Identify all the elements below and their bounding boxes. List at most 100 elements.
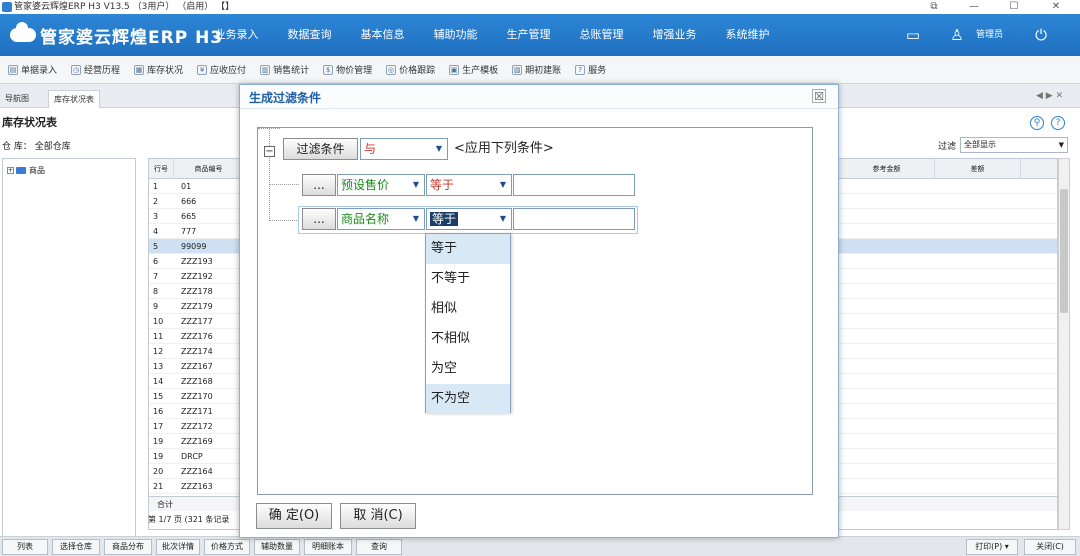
collapse-icon[interactable]: − xyxy=(264,146,275,157)
col-header-code[interactable]: 商品编号 xyxy=(174,159,244,179)
row-number: 21 xyxy=(153,482,164,491)
menu-ledger[interactable]: 总账管理 xyxy=(565,14,638,56)
row-number: 6 xyxy=(153,257,159,266)
menu-enhanced[interactable]: 增强业务 xyxy=(638,14,711,56)
condition-1-operator-combo[interactable]: 等于 ▼ xyxy=(426,174,512,196)
cloud-logo-icon xyxy=(10,22,36,42)
price-mode-button[interactable]: 价格方式 xyxy=(204,539,250,555)
condition-2-value-input[interactable] xyxy=(513,208,635,230)
option-not-equals[interactable]: 不等于 xyxy=(426,264,510,294)
goods-code: 666 xyxy=(181,197,197,206)
condition-1-ellipsis-button[interactable]: ... xyxy=(302,174,336,196)
tab-nav-arrows[interactable]: ◀ ▶ ✕ xyxy=(1036,91,1063,101)
goods-code: ZZZ193 xyxy=(181,257,213,266)
toolbar-price-tracking[interactable]: ◎ 价格跟踪 xyxy=(386,63,435,76)
menu-production[interactable]: 生产管理 xyxy=(492,14,565,56)
toolbar-history[interactable]: ◷ 经营历程 xyxy=(71,63,120,76)
minimize-button[interactable]: — xyxy=(956,0,992,14)
filter-icon[interactable]: ⚲ xyxy=(1030,116,1044,130)
goods-code: ZZZ170 xyxy=(181,392,213,401)
user-icon[interactable]: ♙ xyxy=(948,26,966,44)
row-number: 2 xyxy=(153,197,159,206)
message-icon[interactable]: ▭ xyxy=(904,26,922,44)
track-icon: ◎ xyxy=(386,64,397,75)
chevron-down-icon: ▼ xyxy=(499,214,506,223)
power-icon[interactable]: ⏻ xyxy=(1032,26,1050,44)
bottom-button-bar: 列表 选择仓库 商品分布 批次详情 价格方式 辅助数量 明细账本 查询 打印(P… xyxy=(0,536,1080,556)
goods-distribution-button[interactable]: 商品分布 xyxy=(104,539,152,555)
condition-2-field-combo[interactable]: 商品名称 ▼ xyxy=(337,208,425,230)
row-number: 17 xyxy=(153,422,164,431)
toolbar-receivables[interactable]: ¥ 应收应付 xyxy=(197,63,246,76)
menu-data-query[interactable]: 数据查询 xyxy=(273,14,346,56)
menu-system[interactable]: 系统维护 xyxy=(711,14,784,56)
toolbar-opening-accounts[interactable]: ▧ 期初建账 xyxy=(512,63,561,76)
expand-icon[interactable]: + xyxy=(7,167,14,174)
query-button[interactable]: 查询 xyxy=(356,539,402,555)
tree-node-goods[interactable]: + 商品 xyxy=(7,165,45,176)
filter-condition-dialog: 生成过滤条件 ☒ − 过滤条件 与 ▼ <应用下列条件> ... 预设售价 ▼ 等于… xyxy=(239,84,839,538)
help-circle-icon[interactable]: ? xyxy=(1051,116,1065,130)
option-not-empty[interactable]: 不为空 xyxy=(426,384,510,414)
condition-2-ellipsis-button[interactable]: ... xyxy=(302,208,336,230)
category-tree: + 商品 xyxy=(2,158,136,538)
filter-select[interactable]: 全部显示 ▼ xyxy=(960,137,1068,153)
aux-quantity-button[interactable]: 辅助数量 xyxy=(254,539,300,555)
ok-button[interactable]: 确 定(O) xyxy=(256,503,332,529)
condition-1-field-combo[interactable]: 预设售价 ▼ xyxy=(337,174,425,196)
restore-icon[interactable]: ⧉ xyxy=(916,0,952,14)
toolbar-sales-stats[interactable]: ▥ 销售统计 xyxy=(260,63,309,76)
row-number: 4 xyxy=(153,227,159,236)
toolbar-price-management[interactable]: $ 物价管理 xyxy=(323,63,372,76)
menu-basic-info[interactable]: 基本信息 xyxy=(346,14,419,56)
close-window-button[interactable]: ✕ xyxy=(1038,0,1074,14)
help-icon: ? xyxy=(575,64,586,75)
maximize-button[interactable]: ☐ xyxy=(996,0,1032,14)
condition-1-value-input[interactable] xyxy=(513,174,635,196)
warehouse-icon: ▦ xyxy=(134,64,145,75)
list-button[interactable]: 列表 xyxy=(2,539,48,555)
print-button[interactable]: 打印(P) ▾ xyxy=(966,539,1018,555)
option-equals[interactable]: 等于 xyxy=(426,234,510,264)
chevron-down-icon: ▼ xyxy=(412,180,419,189)
chart-icon: ▥ xyxy=(260,64,271,75)
cancel-button[interactable]: 取 消(C) xyxy=(340,503,416,529)
option-like[interactable]: 相似 xyxy=(426,294,510,324)
goods-code: ZZZ172 xyxy=(181,422,213,431)
tab-stock-status[interactable]: 库存状况表 xyxy=(48,90,100,108)
menu-aux-functions[interactable]: 辅助功能 xyxy=(419,14,492,56)
condition-2-operator-combo[interactable]: 等于 ▼ xyxy=(426,208,512,230)
scrollbar-thumb[interactable] xyxy=(1060,189,1068,313)
dialog-close-button[interactable]: ☒ xyxy=(812,89,826,103)
factory-icon: ▣ xyxy=(449,64,460,75)
toolbar-production-template[interactable]: ▣ 生产模板 xyxy=(449,63,498,76)
col-header-ref-amount[interactable]: 参考金额 xyxy=(839,159,935,179)
goods-code: 777 xyxy=(181,227,197,236)
batch-detail-button[interactable]: 批次详情 xyxy=(156,539,200,555)
filter-root-button[interactable]: 过滤条件 xyxy=(283,138,358,160)
logic-combo[interactable]: 与 ▼ xyxy=(360,138,448,160)
goods-code: 665 xyxy=(181,212,197,221)
goods-code: ZZZ163 xyxy=(181,482,213,491)
toolbar-document-entry[interactable]: ▤ 单据录入 xyxy=(8,63,57,76)
option-not-like[interactable]: 不相似 xyxy=(426,324,510,354)
close-button[interactable]: 关闭(C) xyxy=(1024,539,1076,555)
detail-ledger-button[interactable]: 明细账本 xyxy=(304,539,352,555)
grid-vertical-scrollbar[interactable] xyxy=(1058,158,1070,530)
goods-code: DRCP xyxy=(181,452,203,461)
tab-navigation[interactable]: 导航图 xyxy=(0,90,34,108)
chevron-down-icon: ▼ xyxy=(1058,141,1064,149)
col-header-row-no[interactable]: 行号 xyxy=(149,159,174,179)
col-header-difference[interactable]: 差额 xyxy=(935,159,1021,179)
row-number: 8 xyxy=(153,287,159,296)
toolbar-stock-status[interactable]: ▦ 库存状况 xyxy=(134,63,183,76)
toolbar-service[interactable]: ? 服务 xyxy=(575,63,606,76)
admin-label[interactable]: 管理员 xyxy=(976,14,1003,56)
price-icon: $ xyxy=(323,64,334,75)
select-warehouse-button[interactable]: 选择仓库 xyxy=(52,539,100,555)
row-number: 19 xyxy=(153,452,164,461)
option-is-empty[interactable]: 为空 xyxy=(426,354,510,384)
row-number: 11 xyxy=(153,332,164,341)
menu-business-entry[interactable]: 业务录入 xyxy=(200,14,273,56)
goods-code: ZZZ177 xyxy=(181,317,213,326)
